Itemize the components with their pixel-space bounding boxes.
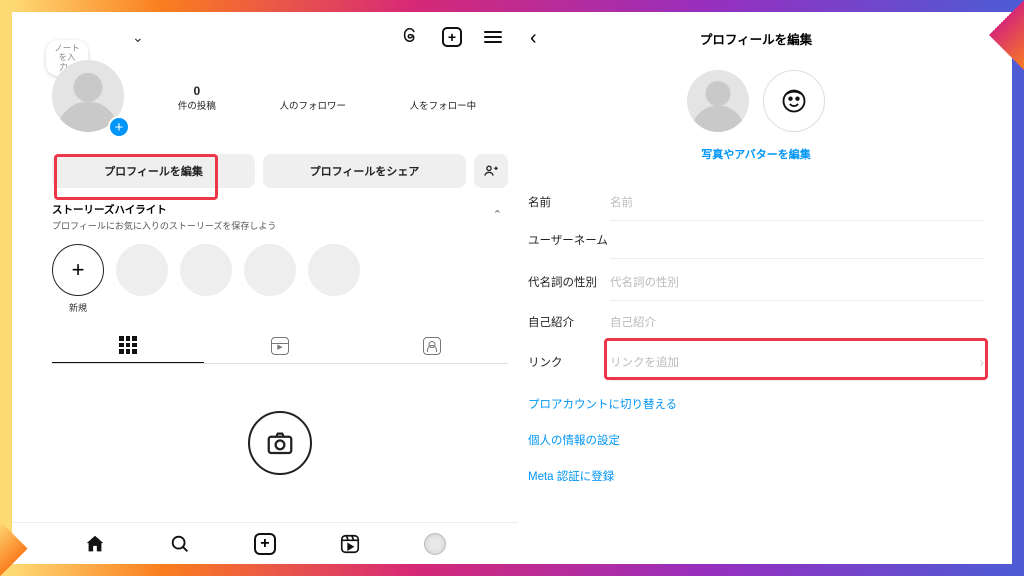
label-bio: 自己紹介 <box>528 314 610 330</box>
edit-profile-screen: ‹ プロフィールを編集 写真やアバターを編集 名前 名前 ユーザーネーム 代名詞… <box>518 12 1012 564</box>
switch-pro-link[interactable]: プロアカウントに切り替える <box>528 396 984 412</box>
edit-profile-button[interactable]: プロフィールを編集 <box>52 154 255 188</box>
highlight-placeholder <box>244 244 296 296</box>
highlight-placeholder <box>180 244 232 296</box>
discover-people-button[interactable] <box>474 154 508 188</box>
page-title: プロフィールを編集 <box>700 29 812 48</box>
new-highlight[interactable]: + 新規 <box>52 244 104 314</box>
photo-avatar[interactable] <box>687 70 749 132</box>
camera-icon[interactable] <box>248 411 312 475</box>
threads-icon[interactable] <box>400 25 420 50</box>
story-highlights: ストーリーズハイライト プロフィールにお気に入りのストーリーズを保存しよう ⌃ … <box>52 202 508 314</box>
input-username[interactable] <box>610 226 984 259</box>
tab-grid[interactable] <box>52 328 204 363</box>
empty-state <box>52 364 508 522</box>
username-dropdown[interactable]: ⌄ <box>132 29 144 46</box>
bottom-nav: + <box>12 522 518 564</box>
personal-info-link[interactable]: 個人の情報の設定 <box>528 432 984 448</box>
input-pronouns[interactable]: 代名詞の性別 <box>610 264 984 301</box>
profile-screen: ⌄ + ノートを入力... + 0件の投稿 人のフォロワー 人をフォロー中 <box>12 12 518 564</box>
label-pronouns: 代名詞の性別 <box>528 274 610 290</box>
highlight-placeholder <box>308 244 360 296</box>
highlight-placeholder <box>116 244 168 296</box>
cartoon-avatar[interactable] <box>763 70 825 132</box>
tab-reels[interactable] <box>204 328 356 363</box>
collapse-icon[interactable]: ⌃ <box>493 208 502 221</box>
nav-home-icon[interactable] <box>84 533 106 555</box>
back-icon[interactable]: ‹ <box>530 27 537 50</box>
stat-followers[interactable]: 人のフォロワー <box>279 84 346 112</box>
highlights-title: ストーリーズハイライト <box>52 202 508 217</box>
label-link: リンク <box>528 354 610 370</box>
profile-avatar[interactable]: ノートを入力... + <box>52 60 128 136</box>
input-bio[interactable]: 自己紹介 <box>610 304 984 341</box>
stat-following[interactable]: 人をフォロー中 <box>410 84 477 112</box>
nav-profile-icon[interactable] <box>424 533 446 555</box>
nav-create-icon[interactable]: + <box>254 533 276 555</box>
profile-header: ⌄ + <box>52 20 508 54</box>
label-name: 名前 <box>528 194 610 210</box>
meta-verified-link[interactable]: Meta 認証に登録 <box>528 468 984 484</box>
chevron-right-icon: › <box>979 354 984 370</box>
profile-stats: 0件の投稿 人のフォロワー 人をフォロー中 <box>146 84 508 112</box>
input-link[interactable]: リンクを追加 › <box>610 344 984 381</box>
nav-search-icon[interactable] <box>169 533 191 555</box>
highlights-subtitle: プロフィールにお気に入りのストーリーズを保存しよう <box>52 220 508 232</box>
edit-form: 名前 名前 ユーザーネーム 代名詞の性別 代名詞の性別 自己紹介 自己紹介 リン… <box>528 182 984 382</box>
share-profile-button[interactable]: プロフィールをシェア <box>263 154 466 188</box>
hamburger-menu-icon[interactable] <box>484 31 502 43</box>
input-name[interactable]: 名前 <box>610 184 984 221</box>
edit-header: ‹ プロフィールを編集 <box>528 20 984 56</box>
nav-reels-icon[interactable] <box>339 533 361 555</box>
edit-photo-link[interactable]: 写真やアバターを編集 <box>528 146 984 162</box>
add-story-icon[interactable]: + <box>108 116 130 138</box>
stat-posts[interactable]: 0件の投稿 <box>178 84 216 112</box>
content-tabs <box>52 328 508 364</box>
tab-tagged[interactable] <box>356 328 508 363</box>
create-post-icon[interactable]: + <box>442 27 462 47</box>
label-username: ユーザーネーム <box>528 235 610 249</box>
